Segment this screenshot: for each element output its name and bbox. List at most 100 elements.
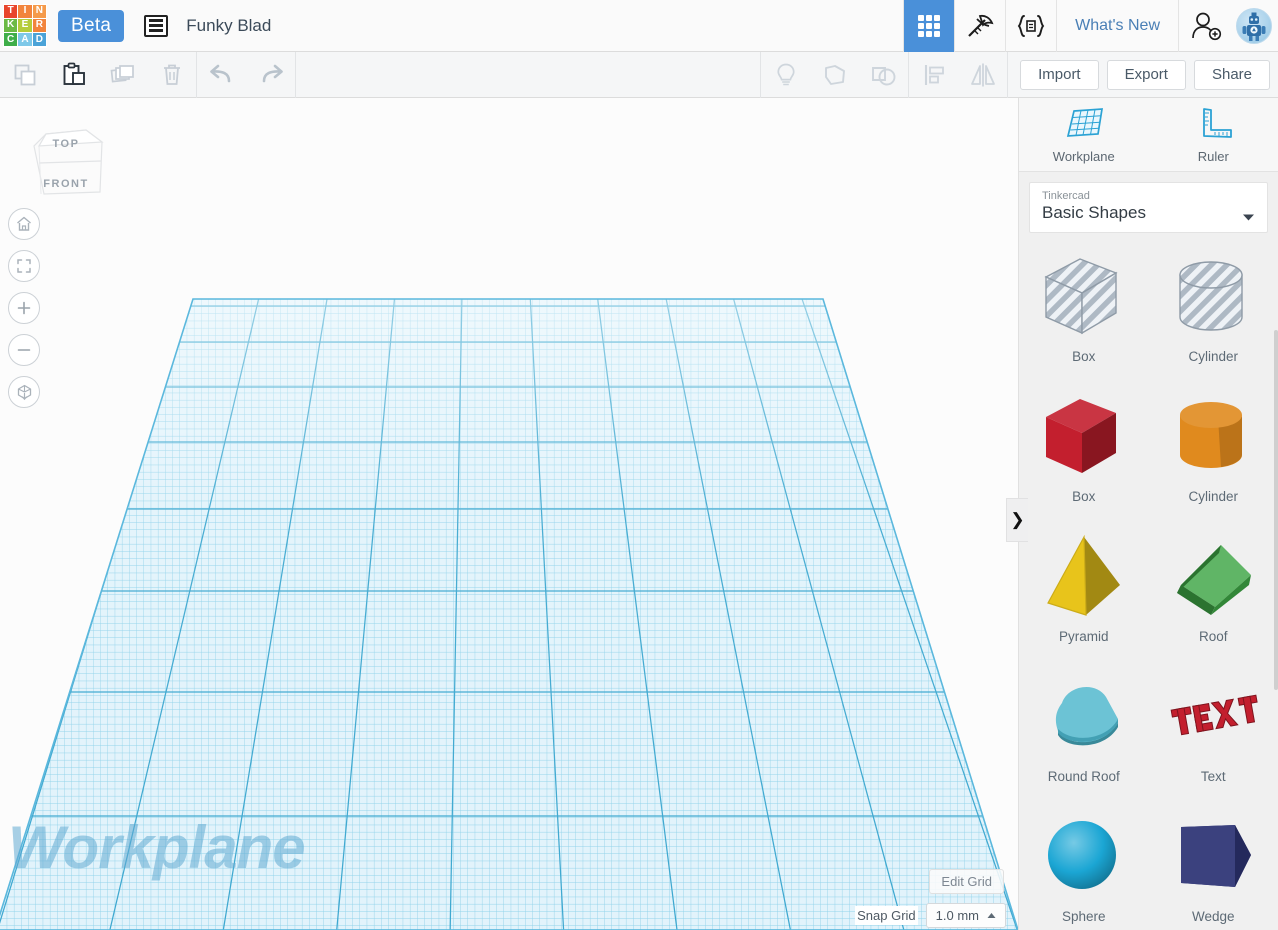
panel-scrollbar[interactable] (1274, 330, 1278, 690)
list-document-icon[interactable] (144, 14, 169, 37)
shape-art-box-hole (1044, 258, 1118, 335)
shape-thumbnail (1163, 387, 1263, 487)
mirror-flip-icon (970, 63, 995, 86)
shape-thumbnail (1034, 527, 1134, 627)
shape-thumbnail (1034, 667, 1134, 767)
shape-label: Round Roof (1047, 769, 1120, 784)
panel-collapse-handle[interactable]: ❯ (1006, 498, 1028, 542)
whats-new-link[interactable]: What's New (1056, 0, 1178, 52)
shape-item-round-roof[interactable]: Round Roof (1019, 659, 1149, 799)
grid-view-button[interactable] (903, 0, 955, 52)
ruler-tool[interactable]: Ruler (1149, 98, 1278, 171)
shape-item-cylinder[interactable]: Cylinder (1149, 379, 1278, 519)
ruler-tool-label: Ruler (1197, 148, 1229, 164)
shape-label: Cylinder (1188, 489, 1239, 504)
snap-grid-value: 1.0 mm (935, 908, 979, 923)
shape-item-wedge[interactable]: Wedge (1149, 799, 1278, 930)
align-button[interactable] (909, 52, 958, 98)
shape-item-text[interactable]: Text (1149, 659, 1278, 799)
workplane-tool[interactable]: Workplane (1019, 98, 1149, 171)
home-view-button[interactable] (8, 208, 40, 240)
shape-label: Wedge (1191, 909, 1235, 924)
fit-to-view-icon (17, 259, 31, 273)
workplane-grid-icon (1066, 107, 1103, 137)
avatar[interactable] (1236, 7, 1272, 44)
library-source: Tinkercad (1042, 190, 1090, 202)
redo-arrow-icon (262, 64, 283, 82)
view-cube-top-label[interactable]: TOP (22, 138, 110, 150)
snap-grid-label: Snap Grid (855, 906, 918, 925)
shape-item-sphere[interactable]: Sphere (1019, 799, 1149, 930)
group-shapes-icon (824, 64, 845, 85)
shape-label: Cylinder (1188, 349, 1239, 364)
duplicate-icon (110, 64, 134, 83)
group-button[interactable] (810, 52, 859, 98)
zoom-out-button[interactable] (8, 334, 40, 366)
shape-item-cylinder-hole[interactable]: Cylinder (1149, 239, 1278, 379)
shape-label: Text (1200, 769, 1226, 784)
shape-library-grid: Box Cylinder Box Cylinder Pyramid Roof R… (1019, 233, 1278, 930)
history-tool-group (197, 52, 295, 98)
undo-button[interactable] (197, 52, 246, 98)
delete-button[interactable] (147, 52, 196, 98)
shape-thumbnail (1163, 807, 1263, 907)
logo-tile-t: T (4, 4, 18, 18)
minus-icon (17, 349, 31, 351)
blocks-button[interactable] (954, 0, 1005, 52)
edit-grid-button[interactable]: Edit Grid (929, 869, 1004, 894)
page-title[interactable]: Funky Blad (186, 16, 271, 36)
ungroup-button[interactable] (859, 52, 908, 98)
chevron-right-icon: ❯ (1010, 510, 1025, 529)
redo-button[interactable] (246, 52, 295, 98)
shape-item-roof[interactable]: Roof (1149, 519, 1278, 659)
logo-tile-k: K (4, 18, 18, 33)
shape-label: Box (1072, 489, 1096, 504)
library-select-wrap: Tinkercad Basic Shapes (1019, 172, 1278, 233)
hint-button[interactable] (761, 52, 810, 98)
perspective-toggle-button[interactable] (8, 376, 40, 408)
library-select[interactable]: Tinkercad Basic Shapes (1029, 182, 1268, 233)
view-cube-icon (33, 129, 104, 195)
clipboard-tool-group (0, 52, 196, 98)
codeblocks-button[interactable] (1005, 0, 1056, 52)
shape-item-box-hole[interactable]: Box (1019, 239, 1149, 379)
top-bar-right: What's New (903, 0, 1278, 52)
view-cube[interactable]: TOP FRONT (22, 116, 110, 204)
tinkercad-logo[interactable]: TINKERCAD (0, 0, 50, 52)
share-button[interactable]: Share (1193, 59, 1270, 90)
shapes-panel: Workplane Ruler Tinkercad Basic Shapes B… (1018, 98, 1278, 930)
shape-tool-group (761, 52, 908, 98)
workplane-tool-label: Workplane (1052, 148, 1115, 164)
view-cube-front-label[interactable]: FRONT (22, 178, 110, 190)
beta-badge: Beta (58, 9, 125, 42)
ruler-icon (1203, 107, 1233, 138)
undo-arrow-icon (209, 64, 230, 82)
code-brackets-icon (1017, 14, 1045, 37)
duplicate-button[interactable] (98, 52, 147, 98)
caret-up-icon (987, 913, 996, 918)
shape-art-sphere (1047, 821, 1116, 889)
paste-button[interactable] (49, 52, 98, 98)
edit-toolbar: Import Export Share (0, 51, 1278, 98)
fit-view-button[interactable] (8, 250, 40, 282)
import-button[interactable]: Import (1020, 59, 1099, 90)
shape-item-box[interactable]: Box (1019, 379, 1149, 519)
editor-canvas[interactable]: Workplane TOP FRONT Edit Grid Snap Grid … (0, 98, 1018, 930)
workplane-grid[interactable] (0, 98, 1018, 930)
grid-icon (918, 14, 941, 37)
export-button[interactable]: Export (1106, 59, 1186, 90)
shape-art-roof (1177, 545, 1252, 615)
zoom-in-button[interactable] (8, 292, 40, 324)
copy-button[interactable] (0, 52, 49, 98)
mirror-button[interactable] (958, 52, 1007, 98)
pickaxe-icon (968, 14, 994, 37)
invite-user-button[interactable] (1178, 0, 1234, 52)
tinkercad-app: TINKERCAD Beta Funky Blad What's New Imp… (0, 0, 1278, 930)
shape-art-box (1045, 399, 1116, 473)
shape-label: Pyramid (1058, 629, 1109, 644)
shape-item-pyramid[interactable]: Pyramid (1019, 519, 1149, 659)
snap-grid-select[interactable]: 1.0 mm (925, 903, 1006, 928)
shape-label: Box (1072, 349, 1096, 364)
shape-art-wedge (1181, 825, 1252, 887)
logo-tile-a: A (18, 33, 32, 47)
